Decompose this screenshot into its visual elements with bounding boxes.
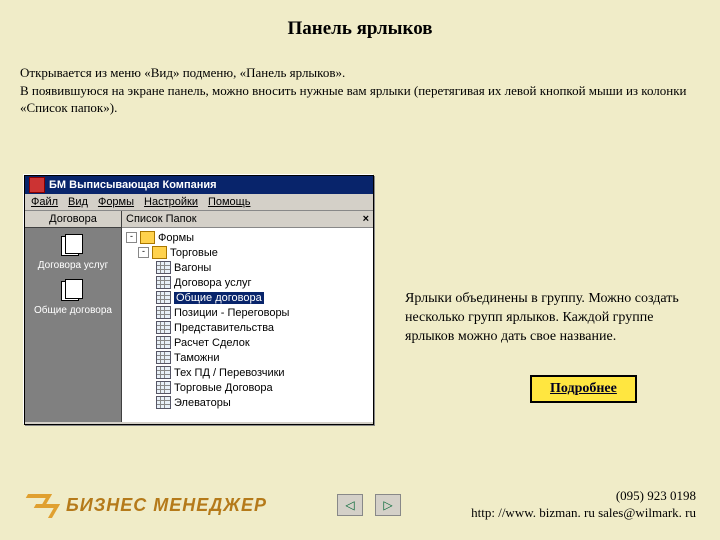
menu-view[interactable]: Вид [68, 196, 88, 208]
app-screenshot: БМ Выписывающая Компания Файл Вид Формы … [24, 175, 374, 425]
tree-label: Общие договора [174, 292, 264, 304]
folder-icon [152, 246, 167, 259]
tree-row[interactable]: Расчет Сделок [122, 335, 373, 350]
tree-row[interactable]: Представительства [122, 320, 373, 335]
tree-header: Список Папок × [122, 211, 373, 228]
intro-text: Открывается из меню «Вид» подменю, «Пане… [0, 46, 720, 117]
more-button[interactable]: Подробнее [530, 375, 637, 403]
tree-label: Тех ПД / Перевозчики [174, 367, 285, 379]
table-icon [156, 396, 171, 409]
menu-help[interactable]: Помощь [208, 196, 251, 208]
shortcut-docs-icon [59, 234, 87, 258]
tree-row[interactable]: - Формы [122, 230, 373, 245]
shortcut-label: Договора услуг [27, 260, 119, 271]
shortcut-docs-icon [59, 279, 87, 303]
shortcut-item[interactable]: Договора услуг [25, 228, 121, 273]
table-icon [156, 276, 171, 289]
shortcut-panel: Договора Договора услуг Общие договора [25, 211, 122, 422]
shortcut-label: Общие договора [27, 305, 119, 316]
slide-nav: ◁ ▷ [337, 494, 401, 516]
menu-settings[interactable]: Настройки [144, 196, 198, 208]
titlebar: БМ Выписывающая Компания [25, 176, 373, 194]
tree-label: Торговые Договора [174, 382, 273, 394]
tree-label: Расчет Сделок [174, 337, 250, 349]
page-title: Панель ярлыков [0, 0, 720, 46]
table-icon [156, 381, 171, 394]
menu-bar: Файл Вид Формы Настройки Помощь [25, 194, 373, 211]
logo-mark-icon [24, 490, 60, 520]
shortcut-group-header[interactable]: Договора [25, 211, 121, 228]
side-caption: Ярлыки объединены в группу. Можно создат… [405, 290, 695, 347]
tree-row[interactable]: Тех ПД / Перевозчики [122, 365, 373, 380]
tree-label: Вагоны [174, 262, 211, 274]
tree-label: Представительства [174, 322, 274, 334]
tree-label: Элеваторы [174, 397, 231, 409]
tree-title: Список Папок [126, 213, 197, 225]
menu-forms[interactable]: Формы [98, 196, 134, 208]
table-icon [156, 351, 171, 364]
folder-icon [140, 231, 155, 244]
table-icon [156, 261, 171, 274]
tree-row[interactable]: Договора услуг [122, 275, 373, 290]
contact-web: http: //www. bizman. ru sales@wilmark. r… [471, 505, 696, 522]
tree-label: Таможни [174, 352, 219, 364]
tree-row[interactable]: Позиции - Переговоры [122, 305, 373, 320]
brand-logo: БИЗНЕС МЕНЕДЖЕР [24, 490, 267, 520]
tree-row[interactable]: Элеваторы [122, 395, 373, 410]
next-slide-button[interactable]: ▷ [375, 494, 401, 516]
tree-row[interactable]: Общие договора [122, 290, 373, 305]
tree-close-button[interactable]: × [363, 213, 369, 225]
shortcut-item[interactable]: Общие договора [25, 273, 121, 318]
tree-row[interactable]: - Торговые [122, 245, 373, 260]
window-title: БМ Выписывающая Компания [49, 179, 217, 191]
tree-row[interactable]: Торговые Договора [122, 380, 373, 395]
collapse-icon[interactable]: - [126, 232, 137, 243]
tree-label: Торговые [170, 247, 218, 259]
prev-slide-button[interactable]: ◁ [337, 494, 363, 516]
folder-tree-panel: Список Папок × -Формы-ТорговыеВагоныДого… [122, 211, 373, 422]
table-icon [156, 291, 171, 304]
table-icon [156, 366, 171, 379]
table-icon [156, 336, 171, 349]
logo-text: БИЗНЕС МЕНЕДЖЕР [66, 495, 267, 516]
app-icon [29, 177, 45, 193]
collapse-icon[interactable]: - [138, 247, 149, 258]
contact-phone: (095) 923 0198 [471, 488, 696, 505]
tree-row[interactable]: Таможни [122, 350, 373, 365]
contact-block: (095) 923 0198 http: //www. bizman. ru s… [471, 488, 696, 522]
tree-label: Позиции - Переговоры [174, 307, 289, 319]
table-icon [156, 321, 171, 334]
menu-file[interactable]: Файл [31, 196, 58, 208]
tree-label: Формы [158, 232, 194, 244]
tree-row[interactable]: Вагоны [122, 260, 373, 275]
table-icon [156, 306, 171, 319]
app-window: БМ Выписывающая Компания Файл Вид Формы … [24, 175, 374, 425]
tree-label: Договора услуг [174, 277, 252, 289]
